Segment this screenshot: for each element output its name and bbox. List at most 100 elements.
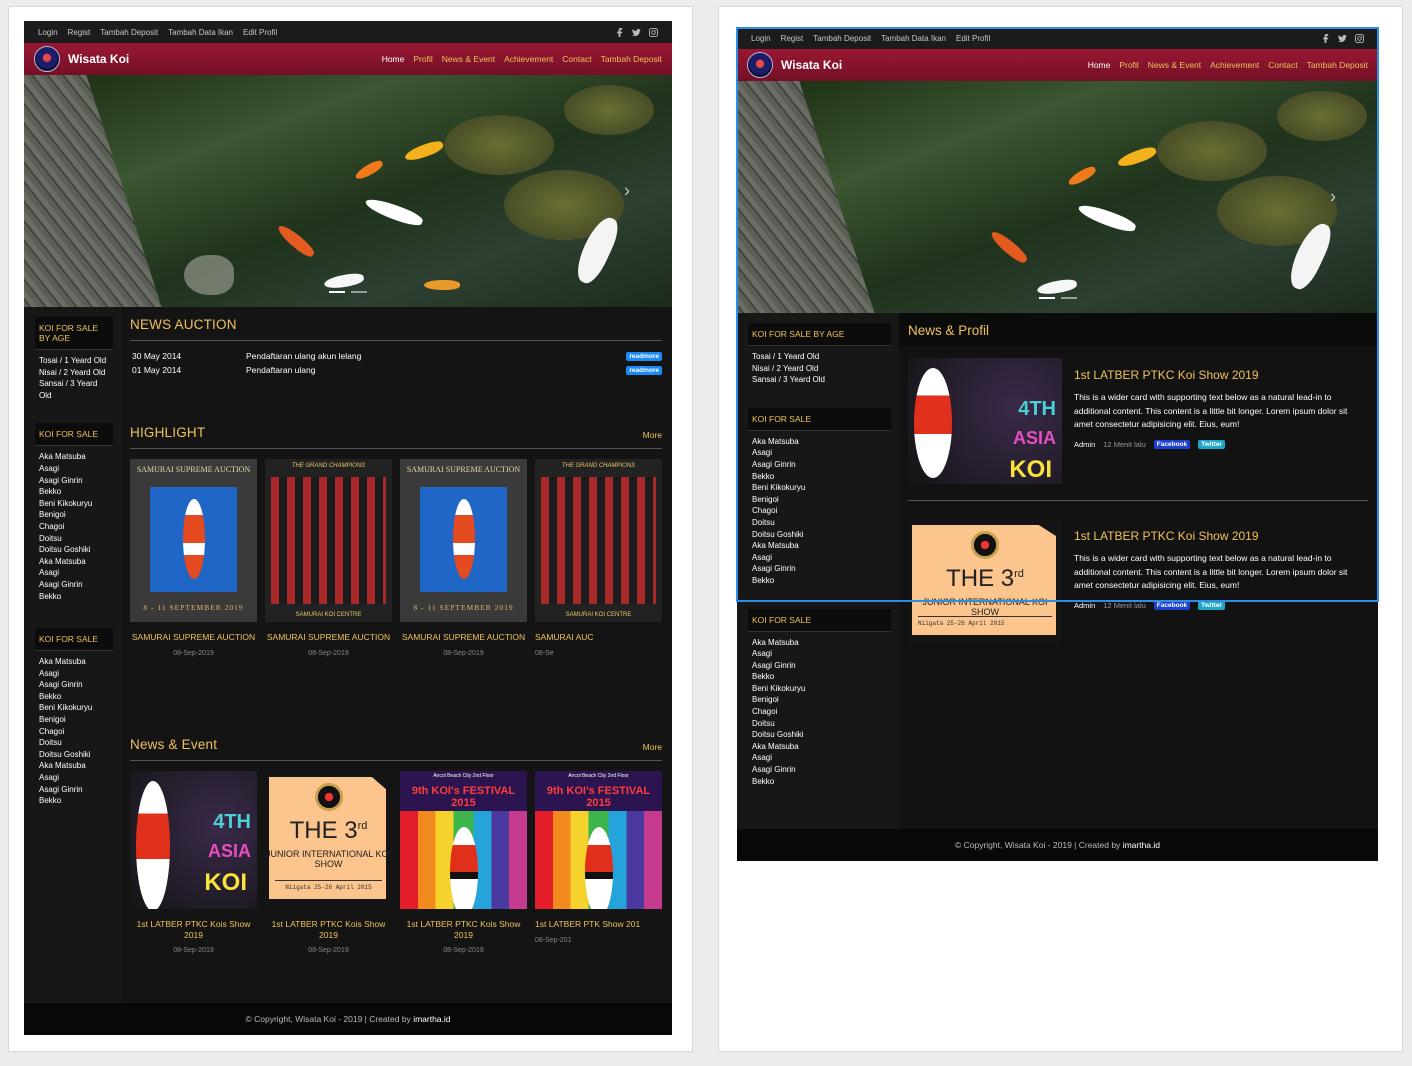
- sidebar-item[interactable]: Aka Matsuba: [752, 436, 887, 448]
- sidebar-item[interactable]: Beni Kikokuryu: [752, 683, 887, 695]
- card-title[interactable]: 1st LATBER PTKC Kois Show 2019: [265, 919, 392, 940]
- sidebar-item[interactable]: Nisai / 2 Yeard Old: [39, 367, 109, 379]
- hero-carousel[interactable]: ›: [24, 75, 672, 307]
- sidebar-item[interactable]: Nisai / 2 Yeard Old: [752, 363, 887, 375]
- instagram-icon[interactable]: [1355, 33, 1364, 43]
- news-event-card[interactable]: Ancol Beach City 2nd Floor 9th KOI's FES…: [535, 771, 662, 971]
- sidebar-item[interactable]: Benigoi: [752, 494, 887, 506]
- sidebar-item[interactable]: Asagi: [752, 447, 887, 459]
- sidebar-item[interactable]: Bekko: [752, 776, 887, 788]
- sidebar-item[interactable]: Doitsu: [39, 533, 109, 545]
- sidebar-item[interactable]: Benigoi: [39, 714, 109, 726]
- nav-contact[interactable]: Contact: [1268, 60, 1297, 70]
- sidebar-item[interactable]: Chagoi: [39, 521, 109, 533]
- news-event-more-link[interactable]: More: [643, 742, 662, 752]
- card-title[interactable]: 1st LATBER PTK Show 201: [535, 919, 662, 930]
- news-event-card[interactable]: THE 3rd JUNIOR INTERNATIONAL KOI SHOW Ni…: [265, 771, 392, 971]
- sidebar-item[interactable]: Asagi: [752, 752, 887, 764]
- login-link[interactable]: Login: [751, 34, 771, 43]
- news-title[interactable]: 1st LATBER PTKC Koi Show 2019: [1074, 529, 1368, 543]
- twitter-share-button[interactable]: Twitter: [1198, 600, 1225, 610]
- sidebar-item[interactable]: Bekko: [39, 795, 109, 807]
- nav-profil[interactable]: Profil: [413, 54, 432, 64]
- twitter-icon[interactable]: [632, 28, 641, 37]
- wisata-koi-logo[interactable]: [34, 46, 60, 72]
- sidebar-item[interactable]: Aka Matsuba: [39, 451, 109, 463]
- sidebar-item[interactable]: Asagi Ginrin: [39, 679, 109, 691]
- highlight-more-link[interactable]: More: [643, 430, 662, 440]
- sidebar-item[interactable]: Bekko: [752, 671, 887, 683]
- facebook-icon[interactable]: [1321, 33, 1330, 43]
- sidebar-item[interactable]: Bekko: [39, 486, 109, 498]
- sidebar-item[interactable]: Sansai / 3 Yeard Old: [752, 374, 887, 386]
- sidebar-item[interactable]: Asagi Ginrin: [752, 459, 887, 471]
- nav-news-event[interactable]: News & Event: [1148, 60, 1201, 70]
- sidebar-item[interactable]: Asagi: [39, 567, 109, 579]
- card-title[interactable]: SAMURAI SUPREME AUCTION: [130, 632, 257, 643]
- nav-achievement[interactable]: Achievement: [1210, 60, 1259, 70]
- facebook-share-button[interactable]: Facebook: [1153, 439, 1191, 449]
- news-event-card[interactable]: 4TH ASIA KOI 1st LATBER PTKC Kois Show 2…: [130, 771, 257, 971]
- sidebar-item[interactable]: Asagi: [39, 772, 109, 784]
- sidebar-item[interactable]: Bekko: [39, 691, 109, 703]
- sidebar-item[interactable]: Benigoi: [39, 509, 109, 521]
- brand-name[interactable]: Wisata Koi: [781, 58, 842, 72]
- sidebar-item[interactable]: Aka Matsuba: [39, 556, 109, 568]
- sidebar-item[interactable]: Doitsu: [752, 718, 887, 730]
- sidebar-item[interactable]: Tosai / 1 Yeard Old: [752, 351, 887, 363]
- regist-link[interactable]: Regist: [781, 34, 804, 43]
- sidebar-item[interactable]: Aka Matsuba: [752, 637, 887, 649]
- readmore-button[interactable]: readmore: [626, 351, 662, 361]
- highlight-card[interactable]: THE GRAND CHAMPIONS SAMURAI KOI CENTRE S…: [265, 459, 392, 709]
- edit-profil-link[interactable]: Edit Profil: [956, 34, 990, 43]
- carousel-indicators[interactable]: [329, 291, 367, 293]
- sidebar-item[interactable]: Asagi: [752, 648, 887, 660]
- twitter-icon[interactable]: [1338, 34, 1347, 43]
- sidebar-item[interactable]: Asagi Ginrin: [39, 579, 109, 591]
- sidebar-item[interactable]: Doitsu Goshiki: [752, 729, 887, 741]
- card-title[interactable]: 1st LATBER PTKC Kois Show 2019: [400, 919, 527, 940]
- nav-tambah-deposit[interactable]: Tambah Deposit: [1307, 60, 1368, 70]
- nav-news-event[interactable]: News & Event: [442, 54, 495, 64]
- highlight-card[interactable]: SAMURAI SUPREME AUCTION 8 - 11 SEPTEMBER…: [130, 459, 257, 709]
- readmore-button[interactable]: readmore: [626, 365, 662, 375]
- sidebar-item[interactable]: Bekko: [752, 471, 887, 483]
- edit-profil-link[interactable]: Edit Profil: [243, 28, 277, 37]
- sidebar-item[interactable]: Doitsu: [752, 517, 887, 529]
- highlight-card[interactable]: SAMURAI SUPREME AUCTION 8 - 11 SEPTEMBER…: [400, 459, 527, 709]
- footer-link[interactable]: imartha.id: [413, 1014, 450, 1024]
- sidebar-item[interactable]: Tosai / 1 Yeard Old: [39, 355, 109, 367]
- sidebar-item[interactable]: Asagi Ginrin: [39, 475, 109, 487]
- nav-profil[interactable]: Profil: [1119, 60, 1138, 70]
- card-title[interactable]: SAMURAI SUPREME AUCTION: [265, 632, 392, 643]
- tambah-data-ikan-link[interactable]: Tambah Data Ikan: [168, 28, 233, 37]
- sidebar-item[interactable]: Asagi Ginrin: [752, 660, 887, 672]
- tambah-deposit-link[interactable]: Tambah Deposit: [100, 28, 158, 37]
- twitter-share-button[interactable]: Twitter: [1198, 439, 1225, 449]
- news-event-card[interactable]: Ancol Beach City 2nd Floor 9th KOI's FES…: [400, 771, 527, 971]
- sidebar-item[interactable]: Asagi Ginrin: [752, 563, 887, 575]
- news-title[interactable]: 1st LATBER PTKC Koi Show 2019: [1074, 368, 1368, 382]
- sidebar-item[interactable]: Benigoi: [752, 694, 887, 706]
- news-item[interactable]: 4TH ASIA KOI 1st LATBER PTKC Koi Show 20…: [908, 352, 1368, 501]
- sidebar-item[interactable]: Aka Matsuba: [752, 741, 887, 753]
- sidebar-item[interactable]: Aka Matsuba: [39, 760, 109, 772]
- sidebar-item[interactable]: Doitsu Goshiki: [39, 749, 109, 761]
- facebook-share-button[interactable]: Facebook: [1153, 600, 1191, 610]
- regist-link[interactable]: Regist: [68, 28, 91, 37]
- carousel-indicators[interactable]: [1038, 297, 1077, 299]
- sidebar-item[interactable]: Doitsu Goshiki: [752, 529, 887, 541]
- news-item[interactable]: THE 3rd JUNIOR INTERNATIONAL KOI SHOW Ni…: [908, 513, 1368, 661]
- sidebar-item[interactable]: Chagoi: [752, 706, 887, 718]
- sidebar-item[interactable]: Doitsu: [39, 737, 109, 749]
- nav-tambah-deposit[interactable]: Tambah Deposit: [601, 54, 662, 64]
- sidebar-item[interactable]: Aka Matsuba: [39, 656, 109, 668]
- junior-show-thumbnail[interactable]: THE 3rd JUNIOR INTERNATIONAL KOI SHOW Ni…: [908, 519, 1062, 645]
- card-title[interactable]: SAMURAI AUC: [535, 632, 662, 643]
- sidebar-item[interactable]: Asagi Ginrin: [752, 764, 887, 776]
- sidebar-item[interactable]: Aka Matsuba: [752, 540, 887, 552]
- sidebar-item[interactable]: Beni Kikokuryu: [752, 482, 887, 494]
- highlight-card[interactable]: THE GRAND CHAMPIONS SAMURAI KOI CENTRE S…: [535, 459, 662, 709]
- tambah-data-ikan-link[interactable]: Tambah Data Ikan: [881, 34, 946, 43]
- sidebar-item[interactable]: Bekko: [752, 575, 887, 587]
